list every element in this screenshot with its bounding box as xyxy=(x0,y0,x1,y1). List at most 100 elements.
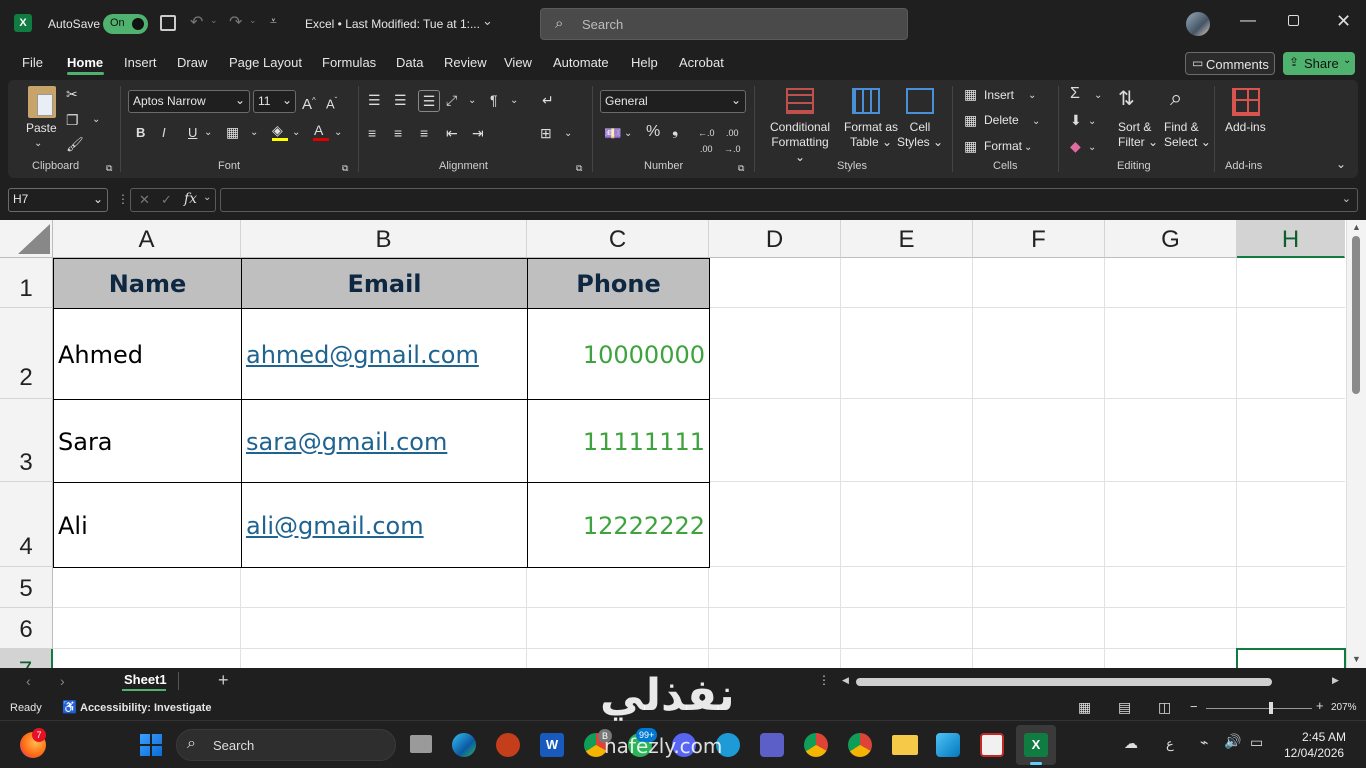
zoom-slider-thumb[interactable] xyxy=(1269,702,1273,714)
zoom-out-icon[interactable]: − xyxy=(1190,699,1198,714)
zoom-slider[interactable] xyxy=(1206,702,1312,714)
email-cell[interactable]: ahmed@gmail.com xyxy=(241,308,528,400)
email-link[interactable]: ahmed@gmail.com xyxy=(246,341,479,369)
language-indicator[interactable]: ع xyxy=(1166,736,1174,752)
increase-font-icon[interactable]: A^ xyxy=(302,93,316,113)
number-format-select[interactable]: General ⌄ xyxy=(600,90,746,113)
copy-dropdown-icon[interactable]: ⌄ xyxy=(92,112,100,128)
volume-icon[interactable]: 🔊 xyxy=(1224,733,1241,750)
name-cell[interactable]: Sara xyxy=(53,399,242,483)
fill-color-icon[interactable]: ◈ xyxy=(272,122,283,138)
tab-automate[interactable]: Automate xyxy=(553,55,609,70)
selected-cell-h7[interactable] xyxy=(1236,648,1346,668)
clock-time[interactable]: 2:45 AM xyxy=(1302,730,1346,744)
format-dropdown-icon[interactable]: ⌄ xyxy=(1024,140,1032,156)
page-layout-view-icon[interactable]: ▤ xyxy=(1118,699,1131,716)
bold-button[interactable]: B xyxy=(136,125,145,141)
expand-formula-icon[interactable]: ⌄ xyxy=(1342,192,1351,205)
accessibility-icon[interactable]: ♿ xyxy=(62,700,77,714)
delete-dropdown-icon[interactable]: ⌄ xyxy=(1032,114,1040,130)
fill-dropdown-icon[interactable]: ⌄ xyxy=(1088,114,1096,130)
format-painter-icon[interactable]: 🖌 xyxy=(66,136,84,152)
phone-cell[interactable]: 10000000 xyxy=(527,308,710,400)
tab-formulas[interactable]: Formulas xyxy=(322,55,376,70)
scroll-up-icon[interactable]: ▲ xyxy=(1352,222,1361,232)
rtl-dropdown-icon[interactable]: ⌄ xyxy=(510,93,518,109)
collapse-ribbon-icon[interactable]: ⌄ xyxy=(1336,156,1346,172)
font-name-select[interactable]: Aptos Narrow ⌄ xyxy=(128,90,250,113)
minimize-icon[interactable]: — xyxy=(1240,12,1256,30)
column-header-d[interactable]: D xyxy=(709,220,841,258)
save-icon[interactable] xyxy=(160,15,176,31)
column-header-h[interactable]: H xyxy=(1237,220,1345,258)
enter-formula-icon[interactable]: ✓ xyxy=(161,192,172,208)
row-header-4[interactable]: 4 xyxy=(0,482,53,567)
row-header-7[interactable]: 7 xyxy=(0,649,53,668)
add-sheet-button[interactable]: + xyxy=(218,670,229,691)
autosum-icon[interactable]: Σ xyxy=(1070,86,1080,102)
comma-style-icon[interactable]: ❟ xyxy=(672,123,678,139)
decrease-indent-icon[interactable]: ⇤ xyxy=(446,125,458,141)
conditional-formatting-label[interactable]: Conditional Formatting ⌄ xyxy=(768,120,832,165)
fill-icon[interactable]: ⬇ xyxy=(1070,112,1082,128)
alignment-launcher-icon[interactable]: ⧉ xyxy=(576,160,582,176)
column-header-b[interactable]: B xyxy=(241,220,527,258)
paste-dropdown-icon[interactable]: ⌄ xyxy=(34,136,42,152)
zoom-in-icon[interactable]: + xyxy=(1316,698,1324,713)
document-title[interactable]: Excel • Last Modified: Tue at 1:... xyxy=(305,17,480,31)
email-cell[interactable]: sara@gmail.com xyxy=(241,399,528,483)
fill-color-dropdown-icon[interactable]: ⌄ xyxy=(292,125,300,141)
percent-icon[interactable]: % xyxy=(646,124,660,140)
insert-cells-icon[interactable]: ▦ xyxy=(964,86,977,102)
add-ins-button[interactable]: Add-ins xyxy=(1225,120,1266,135)
cell-styles-label[interactable]: Cell Styles ⌄ xyxy=(896,120,944,150)
avatar[interactable] xyxy=(1186,12,1210,36)
task-view-icon[interactable] xyxy=(410,735,432,753)
email-link[interactable]: ali@gmail.com xyxy=(246,512,424,540)
format-as-table-icon[interactable] xyxy=(852,88,880,114)
share-button[interactable]: ⇪ Share ⌄ xyxy=(1283,52,1355,75)
scroll-right-icon[interactable]: ▶ xyxy=(1332,675,1339,686)
font-launcher-icon[interactable]: ⧉ xyxy=(342,160,348,176)
wrap-text-icon[interactable]: ↵ xyxy=(542,92,554,108)
copy-icon[interactable]: ❐ xyxy=(66,112,79,128)
next-sheet-icon[interactable]: › xyxy=(60,673,65,689)
add-ins-icon[interactable] xyxy=(1232,88,1260,116)
clipboard-launcher-icon[interactable]: ⧉ xyxy=(106,160,112,176)
tab-review[interactable]: Review xyxy=(444,55,487,70)
column-header-g[interactable]: G xyxy=(1105,220,1237,258)
close-icon[interactable]: ✕ xyxy=(1336,11,1351,32)
find-select-icon[interactable]: ⌕ xyxy=(1170,86,1182,110)
clear-dropdown-icon[interactable]: ⌄ xyxy=(1088,140,1096,156)
phone-cell[interactable]: 12222222 xyxy=(527,482,710,568)
merge-dropdown-icon[interactable]: ⌄ xyxy=(564,126,572,142)
number-launcher-icon[interactable]: ⧉ xyxy=(738,160,744,176)
email-link[interactable]: sara@gmail.com xyxy=(246,428,447,456)
tab-insert[interactable]: Insert xyxy=(124,55,157,70)
font-color-icon[interactable]: A xyxy=(314,122,323,138)
zoom-level[interactable]: 207% xyxy=(1331,702,1357,713)
align-left-icon[interactable]: ≡ xyxy=(368,125,376,141)
borders-dropdown-icon[interactable]: ⌄ xyxy=(250,125,258,141)
currency-icon[interactable]: 💷 xyxy=(604,125,621,141)
tab-file[interactable]: File xyxy=(22,55,43,70)
align-center-icon[interactable]: ≡ xyxy=(394,125,402,141)
select-all-corner[interactable] xyxy=(0,220,53,258)
formula-input[interactable]: ⌄ xyxy=(220,188,1358,212)
increase-indent-icon[interactable]: ⇥ xyxy=(472,125,484,141)
paste-icon[interactable] xyxy=(28,86,56,118)
underline-button[interactable]: U xyxy=(188,125,197,141)
row-header-1[interactable]: 1 xyxy=(0,258,53,308)
align-right-icon[interactable]: ≡ xyxy=(420,125,428,141)
chrome-profile2-icon[interactable] xyxy=(848,733,872,757)
autosum-dropdown-icon[interactable]: ⌄ xyxy=(1094,88,1102,104)
name-cell[interactable]: Ali xyxy=(53,482,242,568)
header-phone-cell[interactable]: Phone xyxy=(527,258,710,309)
tab-data[interactable]: Data xyxy=(396,55,423,70)
phone-cell[interactable]: 11111111 xyxy=(527,399,710,483)
tabs-options-icon[interactable]: ⋮ xyxy=(818,673,830,687)
conditional-formatting-icon[interactable] xyxy=(786,88,814,114)
excel-taskbar-icon[interactable]: X xyxy=(1016,725,1056,765)
paste-button-label[interactable]: Paste xyxy=(26,121,57,136)
search-box[interactable]: ⌕ Search xyxy=(540,8,908,40)
